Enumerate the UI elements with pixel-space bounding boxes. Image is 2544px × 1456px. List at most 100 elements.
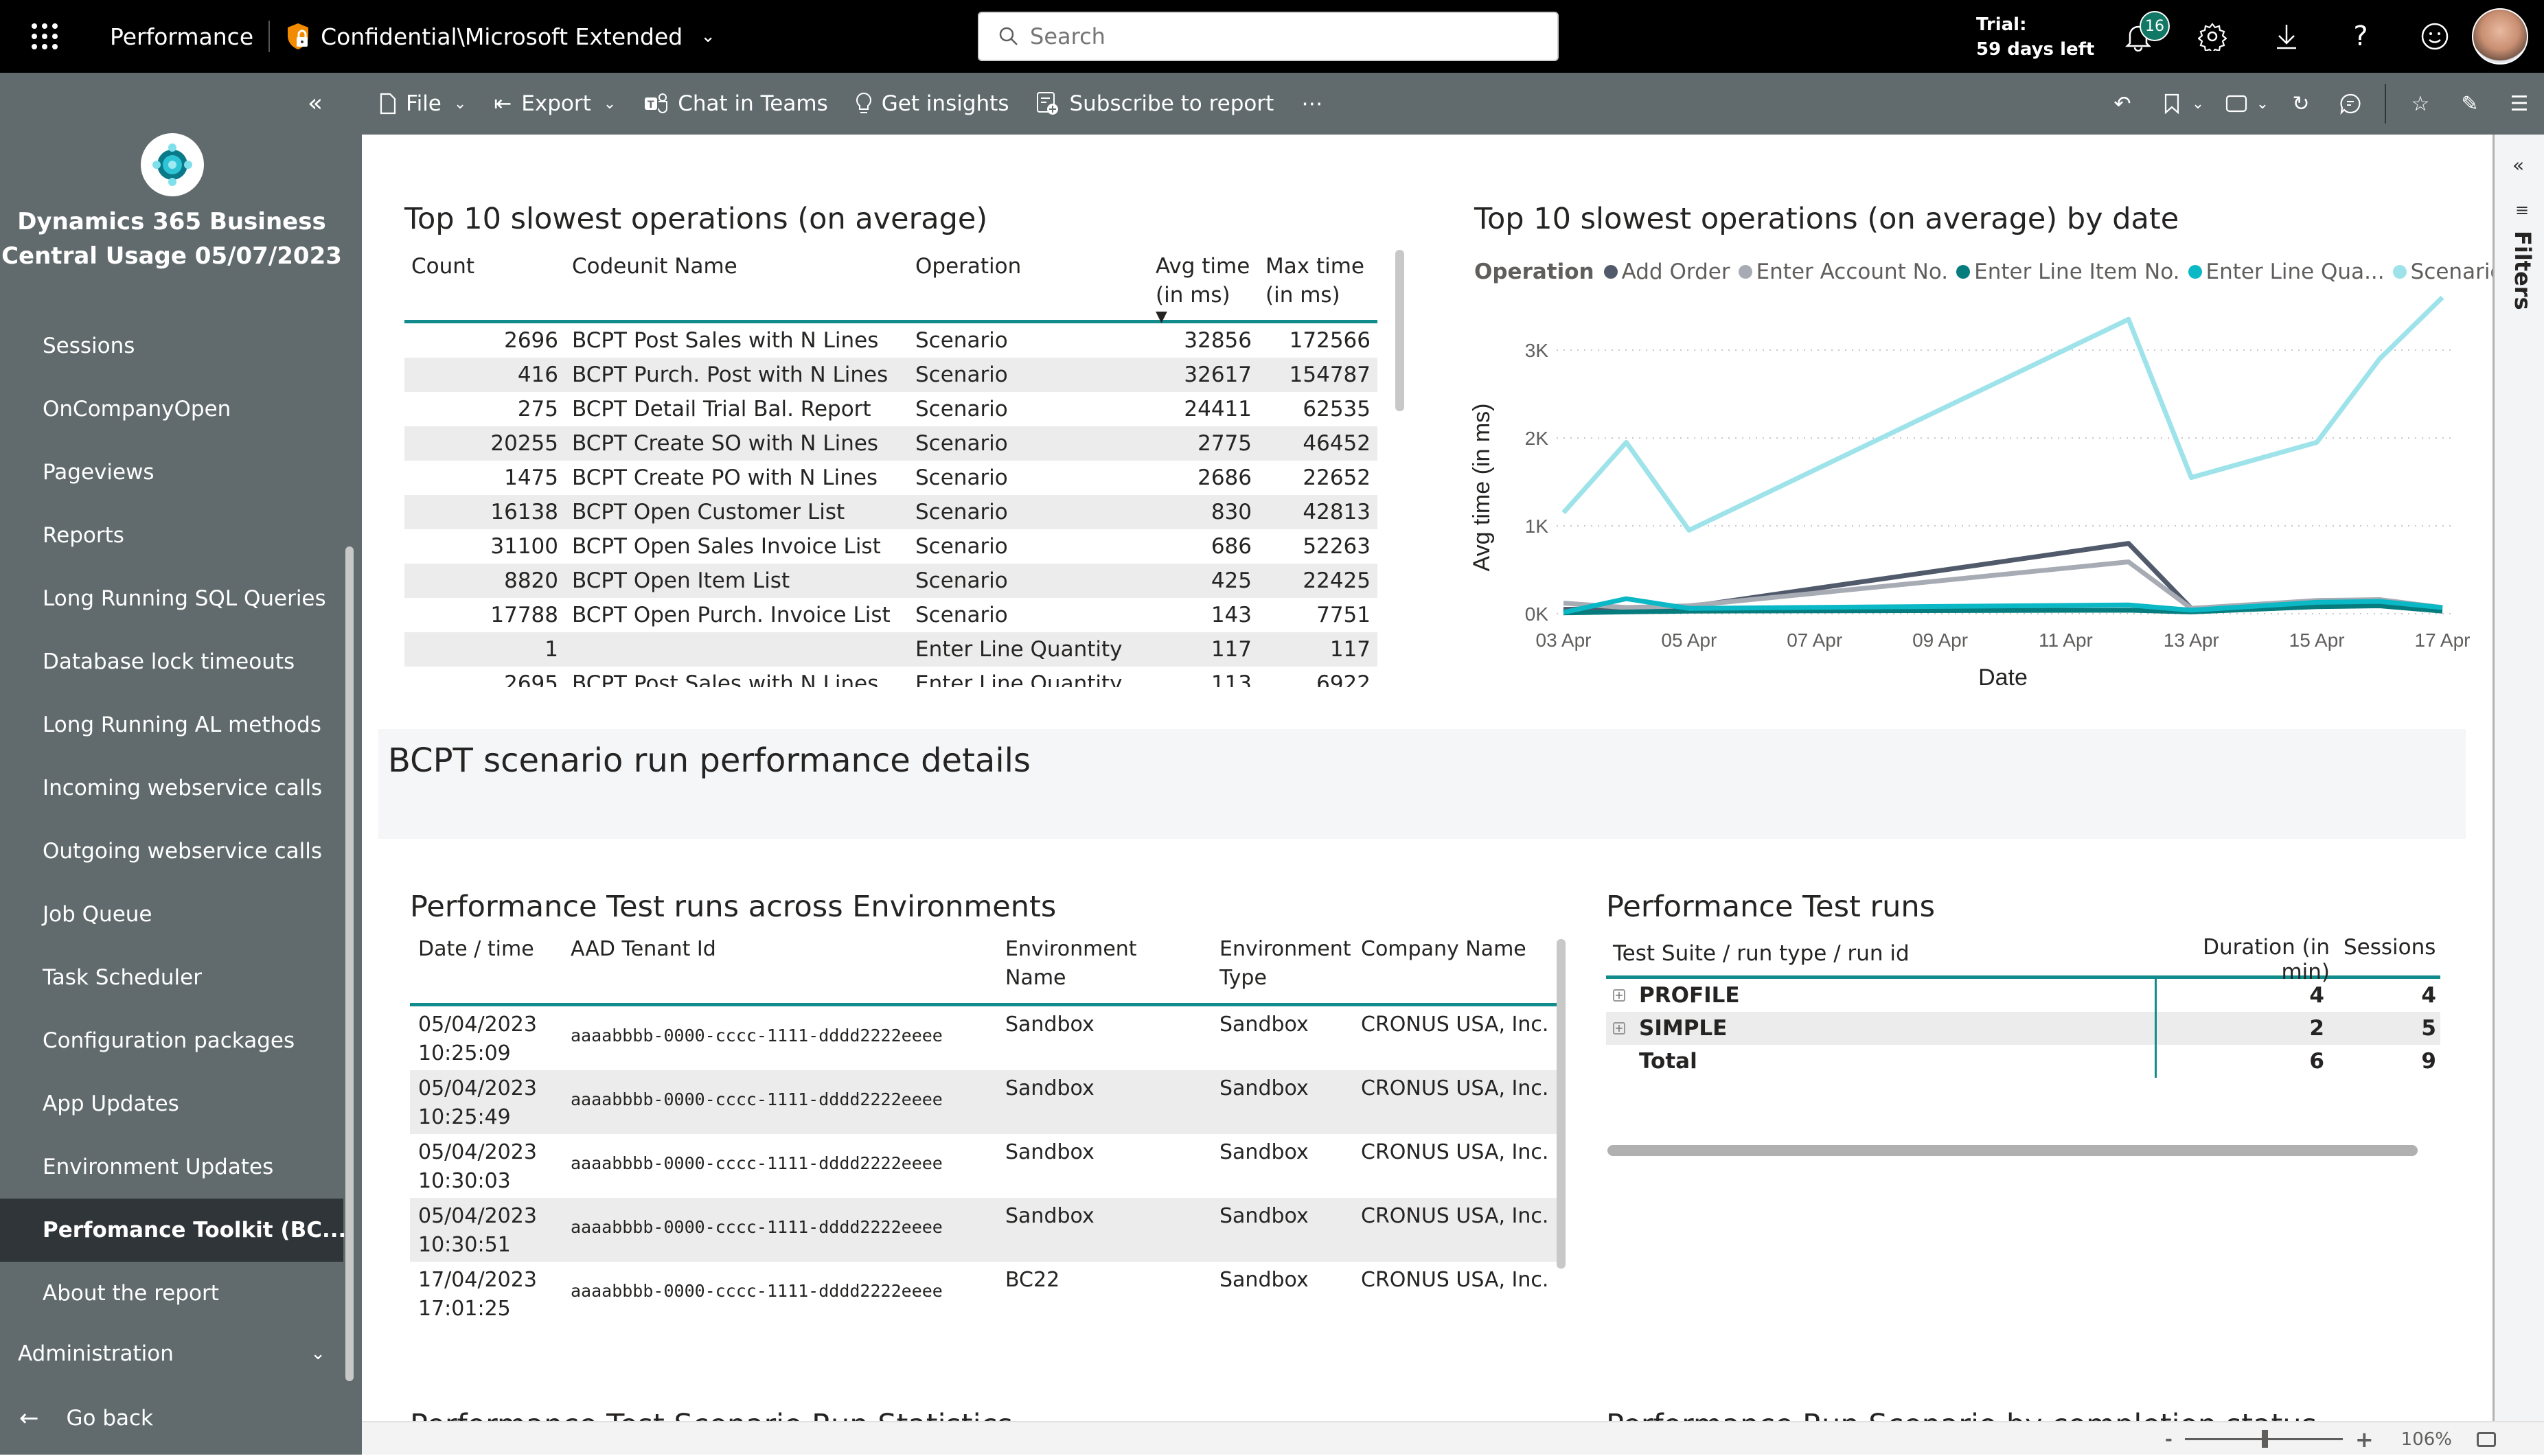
y-tick-label: 2K xyxy=(1525,428,1549,449)
zoom-in-button[interactable]: + xyxy=(2355,1426,2374,1453)
file-menu-button[interactable]: File ⌄ xyxy=(374,73,472,135)
table-scrollbar[interactable] xyxy=(1557,939,1566,1269)
sensitivity-label-button[interactable]: Confidential\Microsoft Extended ⌄ xyxy=(285,22,715,51)
zoom-slider-thumb[interactable] xyxy=(2261,1430,2268,1448)
column-header-tenant-id[interactable]: AAD Tenant Id xyxy=(562,931,997,1003)
table-row[interactable]: 17/04/2023 17:01:25 aaaabbbb-0000-cccc-11… xyxy=(410,1262,1557,1326)
table-row[interactable]: 1 Enter Line Quantity 117 117 xyxy=(404,632,1377,667)
table-row[interactable]: 416 BCPT Purch. Post with N Lines Scenario… xyxy=(404,358,1377,392)
table-scrollbar[interactable] xyxy=(1395,250,1404,411)
table-row[interactable]: 05/04/2023 10:30:51 aaaabbbb-0000-cccc-11… xyxy=(410,1198,1557,1262)
expand-icon[interactable]: + xyxy=(1613,989,1625,1002)
report-canvas: Top 10 slowest operations (on average) C… xyxy=(362,135,2493,1421)
cell-max-time: 7751 xyxy=(1316,603,1371,627)
column-header-max-time[interactable]: Max time (in ms) xyxy=(1259,248,1377,320)
go-back-button[interactable]: ← Go back xyxy=(0,1391,343,1446)
nav-item-incoming-webservice[interactable]: Incoming webservice calls xyxy=(0,756,343,820)
legend-item[interactable]: Add Order xyxy=(1603,259,1730,284)
column-header-environment-type[interactable]: Environment Type xyxy=(1211,931,1353,1003)
matrix-horizontal-scrollbar[interactable] xyxy=(1607,1145,2418,1156)
nav-item-sessions[interactable]: Sessions xyxy=(0,314,343,378)
table-row[interactable]: 05/04/2023 10:30:03 aaaabbbb-0000-cccc-11… xyxy=(410,1134,1557,1198)
nav-item-performance-toolkit[interactable]: Perfomance Toolkit (BC... xyxy=(0,1199,346,1262)
matrix-row[interactable]: + SIMPLE 2 5 xyxy=(1606,1012,2440,1045)
more-options-button[interactable]: ⋯ xyxy=(1296,73,1328,135)
matrix-row[interactable]: + PROFILE 4 4 xyxy=(1606,979,2440,1012)
expand-icon[interactable]: + xyxy=(1613,1022,1625,1035)
nav-item-app-updates[interactable]: App Updates xyxy=(0,1072,343,1135)
favorite-button[interactable]: ☆ xyxy=(2396,73,2445,135)
subscribe-button[interactable]: Subscribe to report xyxy=(1031,73,1279,135)
table-row[interactable]: 8820 BCPT Open Item List Scenario 425 22425 xyxy=(404,564,1377,598)
nav-item-long-running-sql[interactable]: Long Running SQL Queries xyxy=(0,567,343,630)
zoom-out-button[interactable]: - xyxy=(2165,1429,2173,1450)
legend-item[interactable]: Enter Account No. xyxy=(1738,259,1948,284)
chevron-down-icon[interactable]: ⌄ xyxy=(2184,95,2212,113)
search-box[interactable] xyxy=(978,12,1559,61)
column-header-sessions[interactable]: Sessions xyxy=(2337,931,2440,964)
column-header-company-name[interactable]: Company Name xyxy=(1353,931,1545,1003)
table-row[interactable]: 05/04/2023 10:25:09 aaaabbbb-0000-cccc-11… xyxy=(410,1006,1557,1070)
table-row[interactable]: 20255 BCPT Create SO with N Lines Scenario… xyxy=(404,426,1377,461)
table-row[interactable]: 05/04/2023 10:25:49 aaaabbbb-0000-cccc-11… xyxy=(410,1070,1557,1134)
get-insights-button[interactable]: Get insights xyxy=(850,73,1015,135)
app-launcher-button[interactable] xyxy=(0,0,89,73)
refresh-button[interactable]: ↻ xyxy=(2276,73,2326,135)
table-row[interactable]: 31100 BCPT Open Sales Invoice List Scenari… xyxy=(404,529,1377,564)
column-header-environment-name[interactable]: Environment Name xyxy=(997,931,1211,1003)
column-header-avg-time[interactable]: Avg time (in ms) ▼ xyxy=(1149,248,1259,325)
table-row[interactable]: 1475 BCPT Create PO with N Lines Scenario 2… xyxy=(404,461,1377,495)
table-row[interactable]: 17788 BCPT Open Purch. Invoice List Scenar… xyxy=(404,598,1377,632)
column-header-codeunit-name[interactable]: Codeunit Name xyxy=(565,248,908,320)
administration-group[interactable]: Administration ⌄ xyxy=(0,1326,343,1381)
app-name[interactable]: Performance xyxy=(110,23,253,50)
sidebar-scrollbar[interactable] xyxy=(345,546,354,1381)
feedback-button[interactable] xyxy=(2398,0,2472,73)
table-row[interactable]: 2695 BCPT Post Sales with N Lines Enter Li… xyxy=(404,667,1377,687)
collapse-pane-button[interactable]: « xyxy=(308,89,323,117)
legend-item[interactable]: Enter Line Qua... xyxy=(2188,259,2385,284)
table-row[interactable]: 2696 BCPT Post Sales with N Lines Scenario… xyxy=(404,323,1377,358)
download-button[interactable] xyxy=(2249,0,2324,73)
legend-item[interactable]: Scenario xyxy=(2392,259,2493,284)
expand-filters-icon[interactable]: « xyxy=(2512,154,2524,176)
matrix-row[interactable]: Total 6 9 xyxy=(1606,1045,2440,1078)
pages-list-button[interactable]: ☰ xyxy=(2495,73,2544,135)
nav-item-outgoing-webservice[interactable]: Outgoing webservice calls xyxy=(0,820,343,883)
user-avatar[interactable] xyxy=(2472,8,2528,65)
nav-item-about-report[interactable]: About the report xyxy=(0,1262,343,1325)
help-button[interactable]: ? xyxy=(2324,0,2398,73)
fit-to-page-icon[interactable] xyxy=(2477,1431,2496,1447)
column-header-duration[interactable]: Duration (in min) xyxy=(2157,931,2337,989)
nav-item-oncompanyopen[interactable]: OnCompanyOpen xyxy=(0,378,343,441)
nav-item-pageviews[interactable]: Pageviews xyxy=(0,441,343,504)
column-header-count[interactable]: Count xyxy=(404,248,565,320)
comment-button[interactable] xyxy=(2326,73,2375,135)
search-input[interactable] xyxy=(1030,23,1511,49)
notifications-button[interactable]: 16 xyxy=(2101,0,2175,73)
settings-button[interactable] xyxy=(2175,0,2249,73)
column-header-datetime[interactable]: Date / time xyxy=(410,931,562,1003)
export-menu-button[interactable]: ⇤ Export ⌄ xyxy=(488,73,621,135)
column-header-operation[interactable]: Operation xyxy=(908,248,1149,320)
chevron-down-icon[interactable]: ⌄ xyxy=(2249,95,2276,113)
edit-button[interactable]: ✎ xyxy=(2445,73,2495,135)
nav-item-reports[interactable]: Reports xyxy=(0,504,343,567)
nav-item-long-running-al[interactable]: Long Running AL methods xyxy=(0,693,343,756)
chat-in-teams-button[interactable]: T Chat in Teams xyxy=(638,73,834,135)
nav-item-database-lock-timeouts[interactable]: Database lock timeouts xyxy=(0,630,343,693)
zoom-slider[interactable] xyxy=(2184,1430,2343,1448)
reset-button[interactable]: ↶ xyxy=(2098,73,2147,135)
nav-item-task-scheduler[interactable]: Task Scheduler xyxy=(0,946,343,1009)
nav-item-configuration-packages[interactable]: Configuration packages xyxy=(0,1009,343,1072)
filters-pane[interactable]: « ≡ Filters xyxy=(2493,135,2544,1421)
scenario-completion-status-title: Performance Run Scenario by completion s… xyxy=(1606,1408,2317,1421)
nav-item-job-queue[interactable]: Job Queue xyxy=(0,883,343,946)
table-row[interactable]: 275 BCPT Detail Trial Bal. Report Scenario… xyxy=(404,392,1377,426)
table-row[interactable]: 16138 BCPT Open Customer List Scenario 830 4… xyxy=(404,495,1377,529)
nav-item-environment-updates[interactable]: Environment Updates xyxy=(0,1135,343,1199)
legend-item[interactable]: Enter Line Item No. xyxy=(1956,259,2180,284)
cell-environment-name: Sandbox xyxy=(1005,1204,1095,1228)
cell-avg-time: 24411 xyxy=(1184,397,1252,421)
column-header-test-suite[interactable]: Test Suite / run type / run id xyxy=(1606,931,2157,975)
